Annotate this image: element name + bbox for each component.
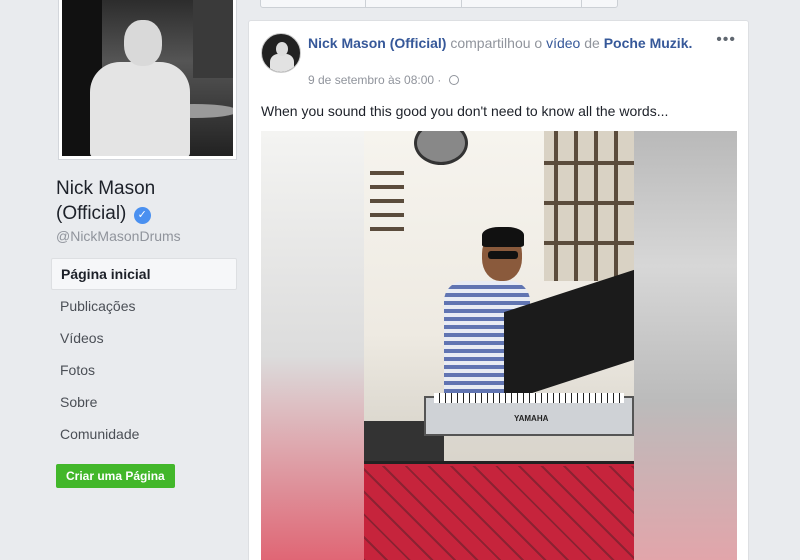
source-page-link[interactable]: Poche Muzik.: [604, 35, 693, 51]
wall-fan: [414, 131, 468, 165]
more-options-icon[interactable]: •••: [716, 31, 736, 49]
action-bar-divider: [461, 0, 462, 7]
keyboard-brand-label: YAMAHA: [514, 414, 549, 423]
nav-item-community[interactable]: Comunidade: [51, 418, 237, 450]
nav-item-home[interactable]: Página inicial: [51, 258, 237, 290]
video-player[interactable]: YAMAHA: [261, 131, 737, 560]
post-timestamp[interactable]: 9 de setembro às 08:00 ·: [308, 73, 441, 87]
shared-video-link[interactable]: vídeo: [546, 35, 580, 51]
profile-picture-image: [62, 0, 233, 156]
nav-item-videos[interactable]: Vídeos: [51, 322, 237, 354]
wall-vent: [370, 171, 404, 241]
action-bar-divider: [365, 0, 366, 7]
page-navigation: Página inicial Publicações Vídeos Fotos …: [51, 258, 237, 450]
feed-post: Nick Mason (Official) compartilhou o víd…: [248, 20, 749, 560]
action-bar: [260, 0, 618, 8]
create-page-button[interactable]: Criar uma Página: [56, 464, 175, 488]
video-frame: YAMAHA: [364, 131, 634, 560]
post-action-text: compartilhou o: [450, 35, 543, 51]
video-blur-left: [261, 131, 364, 560]
nav-item-about[interactable]: Sobre: [51, 386, 237, 418]
video-blur-right: [634, 131, 737, 560]
page-title[interactable]: Nick Mason (Official) ✓: [56, 176, 246, 226]
post-meta: 9 de setembro às 08:00 ·: [308, 73, 459, 87]
author-link[interactable]: Nick Mason (Official): [308, 35, 446, 51]
nav-item-photos[interactable]: Fotos: [51, 354, 237, 386]
action-bar-divider: [581, 0, 582, 7]
nav-item-posts[interactable]: Publicações: [51, 290, 237, 322]
post-preposition-text: de: [584, 35, 600, 51]
window-grille: [544, 131, 634, 281]
author-avatar[interactable]: [261, 33, 301, 73]
profile-photo[interactable]: [58, 0, 237, 160]
page-title-line2: (Official): [56, 203, 127, 224]
page-title-line1: Nick Mason: [56, 178, 156, 199]
verified-badge-icon: ✓: [133, 207, 151, 224]
keyboard-keys: [434, 393, 624, 403]
sunglasses: [488, 251, 518, 259]
post-text: When you sound this good you don't need …: [261, 103, 669, 119]
globe-icon: [448, 75, 459, 85]
page-handle[interactable]: @NickMasonDrums: [56, 228, 181, 244]
post-headline: Nick Mason (Official) compartilhou o víd…: [308, 34, 698, 53]
